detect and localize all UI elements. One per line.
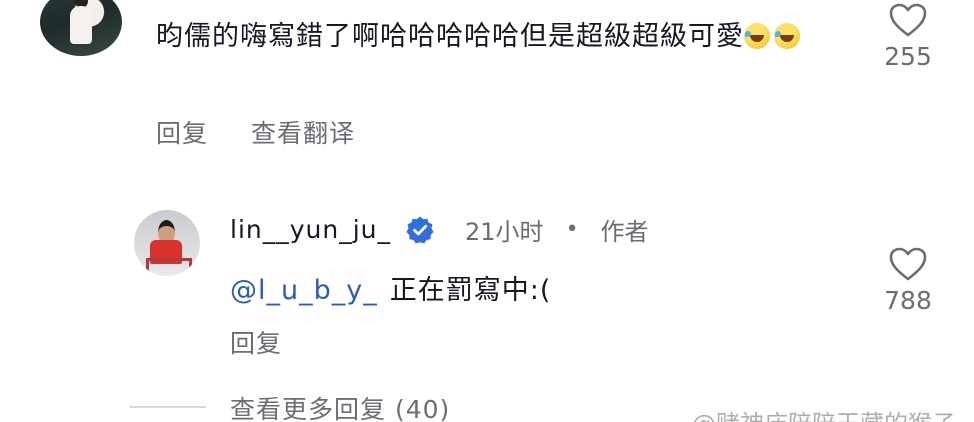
reply-text: @l_u_b_y_ 正在罰寫中:( [230, 268, 551, 307]
like-button[interactable]: 255 [873, 2, 943, 71]
watermark: @赌神庙陪陪玉藏的猴子 [692, 404, 956, 422]
verified-badge-icon [406, 216, 434, 243]
laughing-emoji-icon [744, 23, 770, 49]
comment-body: 昀儒的嗨寫錯了啊哈哈哈哈哈但是超級超級可愛 [156, 21, 744, 52]
heart-icon [889, 247, 927, 281]
reply-body: 正在罰寫中:( [389, 275, 552, 306]
heart-icon [889, 3, 927, 37]
author-tag: 作者 [600, 218, 649, 246]
reply-username[interactable]: lin__yun_ju_ [230, 215, 391, 244]
comment-text: 昀儒的嗨寫錯了啊哈哈哈哈哈但是超級超級可愛 [156, 14, 856, 60]
view-more-replies[interactable]: 查看更多回复 (40) [230, 390, 450, 422]
reply-like-button[interactable]: 788 [873, 246, 943, 315]
reply-time: 21小时 [465, 218, 544, 246]
reply-button[interactable]: 回复 [156, 114, 208, 150]
author-avatar[interactable] [134, 210, 200, 276]
like-count: 255 [884, 42, 932, 71]
divider-line [130, 406, 206, 408]
mention-link[interactable]: @l_u_b_y_ [230, 275, 378, 306]
translate-button[interactable]: 查看翻译 [251, 114, 355, 150]
reply-like-count: 788 [884, 286, 932, 315]
commenter-avatar[interactable] [40, 0, 122, 56]
reply-header: lin__yun_ju_ 21小时 • 作者 [230, 212, 649, 247]
comment-thread: 昀儒的嗨寫錯了啊哈哈哈哈哈但是超級超級可愛 回复 查看翻译 255 lin__y… [0, 0, 974, 422]
reply-to-reply-button[interactable]: 回复 [230, 324, 282, 360]
meta-separator: • [565, 217, 579, 242]
laughing-emoji-icon [774, 23, 800, 49]
